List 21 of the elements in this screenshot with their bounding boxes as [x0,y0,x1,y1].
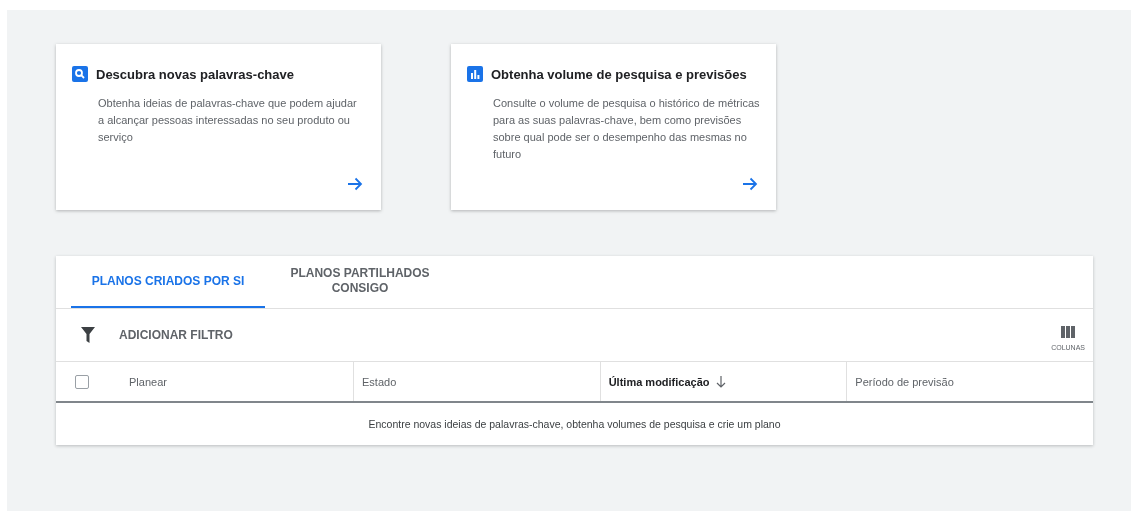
card-description: Consulte o volume de pesquisa o histórico de métricas para as suas palavras-chave, bem como previsões sobre qual pode ser o desempenho das mesmas no futuro [493,96,760,162]
column-header[interactable]: Estado [362,375,397,388]
select-all-checkbox[interactable] [75,374,89,389]
card-title: Obtenha volume de pesquisa e previsões [491,66,747,82]
column-header[interactable]: Planear [129,375,167,388]
arrow-right-icon[interactable] [742,176,758,192]
bar-chart-icon [467,66,483,82]
card-background[interactable]: Descubra novas palavras-chave Obtenha ideias de palavras-chave que podem ajudar a alcançar pessoas interessadas no seu produto ou serviço [56,44,381,210]
empty-message: Encontre novas ideias de palavras-chave, obtenha volumes de pesquisa e crie um plano [368,418,781,430]
card-title: Descubra novas palavras-chave [96,66,294,82]
arrow-right-icon[interactable] [347,176,363,192]
card-description: Obtenha ideias de palavras-chave que podem ajudar a alcançar pessoas interessadas no seu produto ou serviço [98,96,358,145]
search-icon [72,66,88,82]
card-background[interactable]: Obtenha volume de pesquisa e previsões Consulte o volume de pesquisa o histórico de métricas para as suas palavras-chave, bem como previsões sobre qual pode ser o desempenho das mesmas no futuro [451,44,776,210]
tab[interactable]: PLANOS CRIADOS POR SI [71,256,265,308]
column-header[interactable]: Última modificação [608,375,710,388]
add-filter-button[interactable]: ADICIONAR FILTRO [113,324,239,346]
column-header[interactable]: Período de previsão [855,375,954,388]
filter-icon[interactable] [81,327,95,343]
columns-icon [1061,325,1076,338]
tab[interactable]: PLANOS PARTILHADOS CONSIGO [265,256,455,308]
